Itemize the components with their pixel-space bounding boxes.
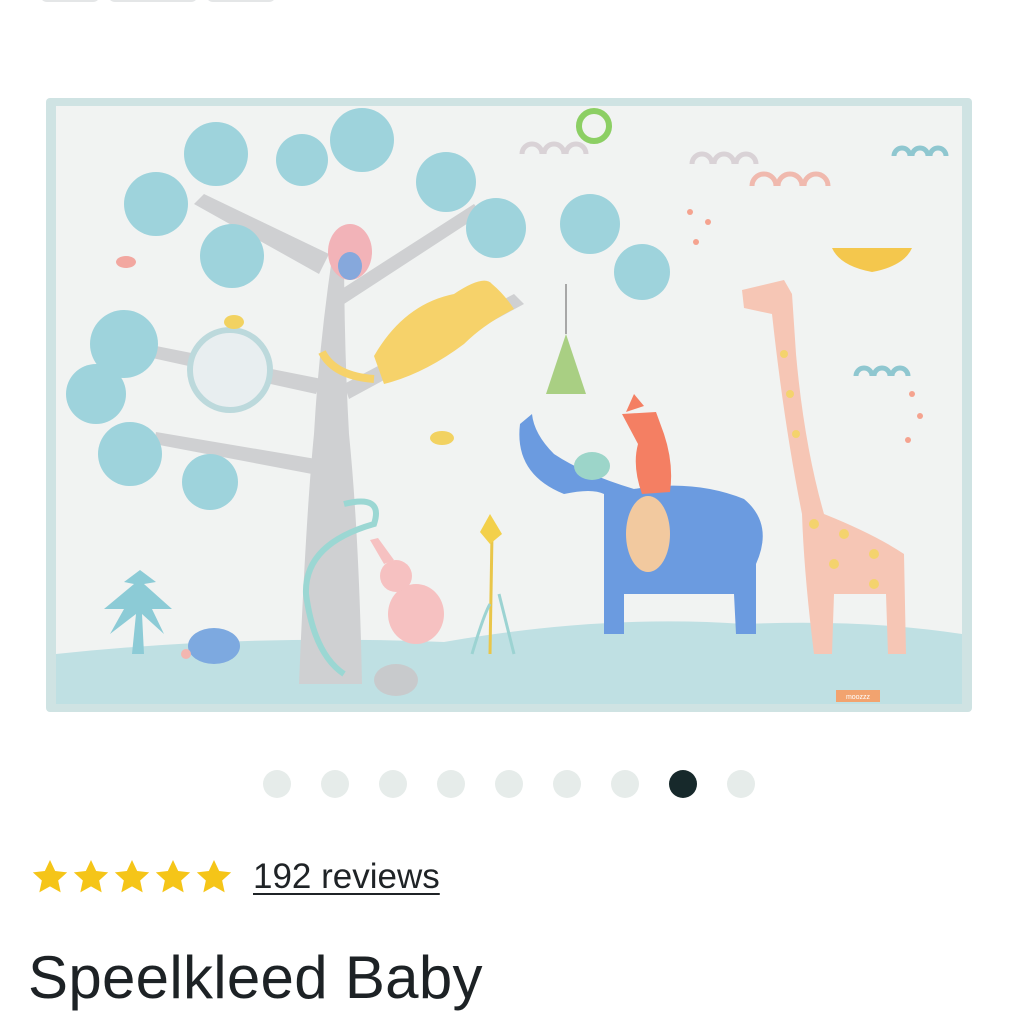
product-image[interactable]: moozzz	[44, 94, 974, 714]
pagination-dot[interactable]	[321, 770, 349, 798]
star-icon	[73, 860, 109, 893]
product-title: Speelkleed Baby	[28, 944, 483, 1011]
pagination-dot[interactable]	[727, 770, 755, 798]
reviews-link[interactable]: 192 reviews	[253, 850, 440, 904]
pagination-dot[interactable]	[263, 770, 291, 798]
star-icon	[114, 860, 150, 893]
pagination-dot[interactable]	[611, 770, 639, 798]
mat-brand-tag: moozzz	[846, 694, 871, 701]
play-mat-illustration: moozzz	[46, 98, 972, 712]
star-icon	[32, 860, 68, 893]
pagination-dot[interactable]	[553, 770, 581, 798]
pagination-dot[interactable]	[495, 770, 523, 798]
pagination-dot[interactable]	[379, 770, 407, 798]
previous-content-edge	[40, 0, 300, 6]
image-pagination	[0, 768, 1018, 800]
star-icon	[155, 860, 191, 893]
star-icon	[196, 860, 232, 893]
pagination-dot[interactable]	[669, 770, 697, 798]
star-rating	[30, 857, 235, 897]
pagination-dot[interactable]	[437, 770, 465, 798]
rating-summary: 192 reviews	[30, 850, 440, 904]
